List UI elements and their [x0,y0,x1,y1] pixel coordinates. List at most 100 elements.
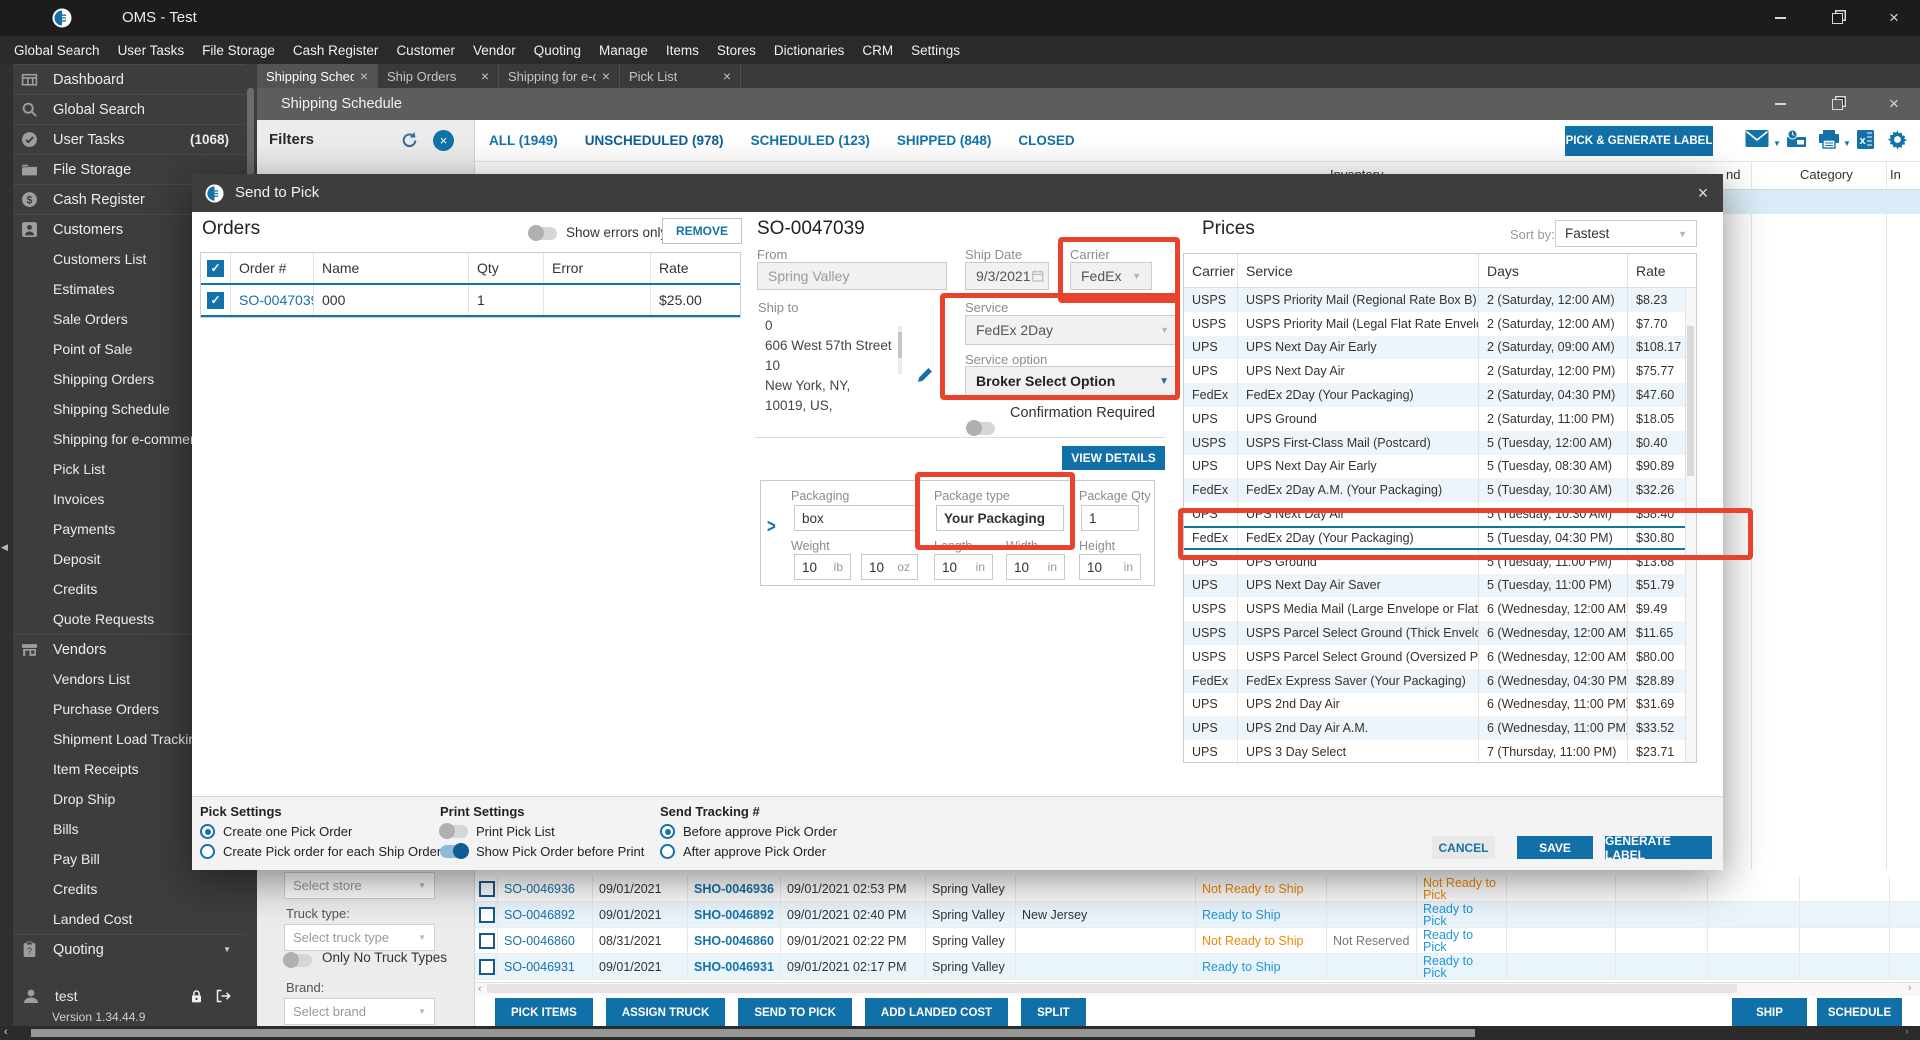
price-row-selected[interactable]: FedEx FedEx 2Day (Your Packaging) 5 (Tuesd… [1184,525,1696,550]
sale-order-link[interactable]: SO-0046936 [498,876,593,901]
modal-header[interactable]: Send to Pick × [192,174,1723,212]
minimize-button[interactable] [1763,0,1797,36]
restore-button[interactable] [1820,0,1854,36]
gear-icon[interactable] [1887,129,1908,150]
email-icon[interactable] [1745,129,1769,148]
toggle-option-print-pick-list[interactable]: Print Pick List [439,823,644,839]
schedule-button[interactable]: SCHEDULE [1817,998,1902,1027]
radio-icon[interactable] [200,824,215,839]
store-select[interactable]: Select store ▼ [284,872,435,899]
radio-option-create-pick-order-for-each-ship-order[interactable]: Create Pick order for each Ship Order [200,844,441,859]
label-printer-icon[interactable] [1785,129,1808,150]
scroll-right-icon[interactable]: › [1908,982,1912,994]
user-row[interactable]: test [13,981,245,1011]
sidebar-item-user-tasks[interactable]: User Tasks (1068) [13,124,245,154]
sidebar-item-landed-cost[interactable]: Landed Cost [13,904,245,934]
window-hscrollbar[interactable]: ‹ › [0,1026,1920,1040]
tab-shipping-schedule[interactable]: Shipping Schedule× [257,64,378,88]
excel-export-icon[interactable]: x [1856,129,1875,150]
subwindow-restore-button[interactable] [1820,88,1854,120]
packaging-field[interactable]: box [794,505,919,531]
price-row[interactable]: FedEx FedEx Express Saver (Your Packaging… [1184,668,1696,693]
printer-caret-icon[interactable]: ▼ [1843,139,1851,148]
package-type-field[interactable]: Your Packaging [936,505,1064,531]
sale-order-link[interactable]: SO-0046892 [498,902,593,927]
shipment-row[interactable]: SO-0046860 08/31/2021 SHO-0046860 09/01/202… [475,928,1920,954]
menu-file-storage[interactable]: File Storage [193,43,284,58]
assign-truck-button[interactable]: ASSIGN TRUCK [605,998,726,1027]
length-field[interactable]: 10 in [934,554,993,580]
cancel-button[interactable]: CANCEL [1432,836,1495,859]
price-row[interactable]: USPS USPS Priority Mail (Regional Rate Bo… [1184,288,1696,312]
order-row[interactable]: ✓ SO-0047039 000 1 $25.00 [201,285,740,317]
pick-generate-label-button[interactable]: PICK & GENERATE LABEL [1565,126,1713,156]
shipping-order-link[interactable]: SHO-0046936 [688,876,781,901]
confirmation-required-toggle[interactable] [966,420,995,436]
calendar-icon[interactable] [1031,269,1045,283]
address-scrollbar-thumb[interactable] [898,332,902,358]
prices-scrollbar[interactable] [1685,288,1696,762]
brand-select[interactable]: Select brand ▼ [284,998,435,1025]
toggle-icon[interactable] [440,843,469,859]
close-button[interactable]: × [1877,0,1911,36]
toggle-option-show-pick-order-before-print[interactable]: Show Pick Order before Print [440,843,644,859]
weight-lb-field[interactable]: 10 lb [794,554,851,580]
expand-chevron-icon[interactable]: > [767,515,776,537]
shipment-row[interactable]: SO-0046892 09/01/2021 SHO-0046892 09/01/202… [475,902,1920,928]
menu-vendor[interactable]: Vendor [464,43,525,58]
menu-crm[interactable]: CRM [853,43,902,58]
height-field[interactable]: 10 in [1079,554,1141,580]
sidebar-item-credits[interactable]: Credits [13,874,245,904]
close-tab-icon[interactable]: × [596,68,610,84]
carrier-select[interactable]: FedEx ▼ [1070,262,1152,290]
status-tab-shipped-848[interactable]: SHIPPED (848) [897,133,992,148]
row-checkbox[interactable] [479,958,495,975]
radio-option-before-approve-pick-order[interactable]: Before approve Pick Order [660,824,837,839]
service-option-select[interactable]: Broker Select Option ▼ [965,366,1180,396]
price-row[interactable]: UPS UPS 2nd Day Air A.M. 6 (Wednesday, 11:… [1184,716,1696,741]
menu-items[interactable]: Items [657,43,708,58]
remove-button[interactable]: REMOVE [662,218,743,244]
show-errors-toggle[interactable] [528,225,557,241]
shipping-order-link[interactable]: SHO-0046892 [688,902,781,927]
send-to-pick-button[interactable]: SEND TO PICK [738,998,852,1027]
close-tab-icon[interactable]: × [354,68,368,84]
price-row[interactable]: UPS UPS Next Day Air Early 2 (Saturday, 09… [1184,335,1696,360]
sidebar-item-quoting[interactable]: ? Quoting ▼ [13,934,245,964]
save-button[interactable]: SAVE [1517,836,1593,859]
price-row[interactable]: USPS USPS Parcel Select Ground (Oversized… [1184,644,1696,669]
price-row[interactable]: USPS USPS Priority Mail (Legal Flat Rate … [1184,311,1696,336]
menu-global-search[interactable]: Global Search [5,43,109,58]
tab-ship-orders[interactable]: Ship Orders × [378,64,499,88]
order-link[interactable]: SO-0047039 [231,285,314,315]
status-tab-unscheduled-978[interactable]: UNSCHEDULED (978) [585,133,724,148]
email-caret-icon[interactable]: ▼ [1773,139,1781,148]
price-row[interactable]: UPS UPS Ground 5 (Tuesday, 11:00 PM) $13.68 [1184,549,1696,574]
truck-type-select[interactable]: Select truck type ▼ [284,924,435,951]
generate-label-button[interactable]: GENERATE LABEL [1605,834,1712,862]
menu-quoting[interactable]: Quoting [525,43,590,58]
select-all-checkbox[interactable]: ✓ [207,259,224,277]
close-tab-icon[interactable]: × [717,68,731,84]
price-row[interactable]: UPS UPS Ground 2 (Saturday, 11:00 PM) $18.0… [1184,406,1696,431]
price-row[interactable]: USPS USPS Parcel Select Ground (Thick Env… [1184,621,1696,645]
weight-oz-field[interactable]: 10 oz [861,554,918,580]
tab-shipping-for-e-com[interactable]: Shipping for e-com...× [499,64,620,88]
package-qty-field[interactable]: 1 [1081,505,1139,531]
shipping-order-link[interactable]: SHO-0046860 [688,928,781,953]
subwindow-close-button[interactable]: × [1877,88,1911,120]
radio-option-after-approve-pick-order[interactable]: After approve Pick Order [660,844,837,859]
sort-by-select[interactable]: Fastest ▼ [1555,220,1697,247]
add-landed-cost-button[interactable]: ADD LANDED COST [864,998,1009,1027]
status-tab-all-1949[interactable]: ALL (1949) [489,133,558,148]
row-checkbox[interactable] [479,880,495,897]
shipment-row[interactable]: SO-0046936 09/01/2021 SHO-0046936 09/01/202… [475,876,1920,902]
status-tab-closed[interactable]: CLOSED [1018,133,1074,148]
price-row[interactable]: UPS UPS Next Day Air Saver 5 (Tuesday, 11:… [1184,573,1696,598]
price-row[interactable]: UPS UPS Next Day Air 2 (Saturday, 12:00 PM… [1184,359,1696,384]
only-no-truck-toggle[interactable] [283,952,312,968]
menu-user-tasks[interactable]: User Tasks [109,43,194,58]
shipment-row[interactable]: SO-0046931 09/01/2021 SHO-0046931 09/01/202… [475,954,1920,980]
radio-icon[interactable] [200,844,215,859]
row-checkbox[interactable] [479,906,495,923]
